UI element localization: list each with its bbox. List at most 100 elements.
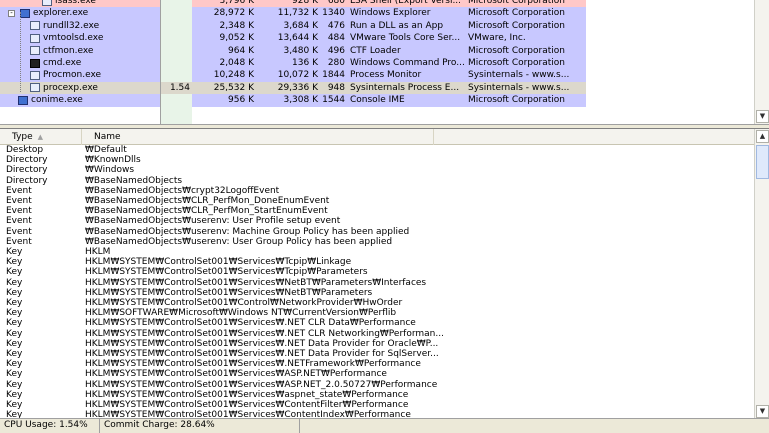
process-row[interactable]: - explorer.exe 28,972 K 11,732 K 1340 Windows… (0, 7, 752, 20)
scroll-down-icon[interactable]: ▼ (756, 405, 769, 418)
process-pid: 280 (327, 58, 345, 68)
process-description: Run a DLL as an App (350, 20, 444, 31)
handle-type: Key (6, 247, 23, 257)
handle-row[interactable]: Key HKLM₩SYSTEM₩ControlSet001₩Services₩.N… (0, 349, 752, 359)
handle-name: HKLM₩SYSTEM₩ControlSet001₩Services₩Conte… (85, 410, 411, 418)
handle-row[interactable]: Key HKLM₩SYSTEM₩ControlSet001₩Services₩AS… (0, 369, 752, 379)
handle-name: HKLM₩SYSTEM₩ControlSet001₩Services₩Tcpip… (85, 267, 368, 278)
collapse-icon[interactable]: - (8, 10, 15, 18)
handle-name: HKLM₩SYSTEM₩ControlSet001₩Services₩.NET … (85, 328, 444, 339)
handle-row[interactable]: Key HKLM₩SYSTEM₩ControlSet001₩Services₩AS… (0, 380, 752, 390)
procexp-icon (30, 83, 40, 93)
handle-row[interactable]: Key HKLM (0, 247, 752, 257)
process-pid: 476 (327, 20, 345, 31)
cpu-usage-status: CPU Usage: 1.54% (0, 419, 100, 433)
process-pid: 680 (327, 0, 345, 6)
process-company: Microsoft Corporation (468, 0, 565, 6)
process-working-set: 928 K (292, 0, 318, 6)
handle-type: Key (6, 389, 23, 400)
window-icon (42, 0, 52, 6)
process-row[interactable]: vmtoolsd.exe 9,052 K 13,644 K 484 VMware Too… (0, 32, 752, 45)
handle-name: ₩BaseNamedObjects₩crypt32LogoffEvent (85, 185, 280, 196)
handle-row[interactable]: Event ₩BaseNamedObjects₩crypt32LogoffEven… (0, 186, 752, 196)
handle-name: HKLM (85, 247, 111, 257)
process-name: cmd.exe (43, 58, 82, 68)
handle-type: Key (6, 328, 23, 339)
handles-pane[interactable]: Type ▲ Name Desktop ₩Default Directory ₩Know… (0, 128, 769, 418)
process-company: Microsoft Corporation (468, 20, 565, 31)
handle-name: HKLM₩SYSTEM₩ControlSet001₩Services₩NetBT… (85, 287, 373, 298)
process-working-set: 10,072 K (277, 70, 318, 81)
process-company: Sysinternals - www.s... (468, 70, 570, 81)
handle-row[interactable]: Key HKLM₩SYSTEM₩ControlSet001₩Services₩as… (0, 390, 752, 400)
process-working-set: 3,480 K (283, 45, 318, 56)
handle-row[interactable]: Key HKLM₩SYSTEM₩ControlSet001₩Services₩Co… (0, 400, 752, 410)
handle-row[interactable]: Key HKLM₩SYSTEM₩ControlSet001₩Services₩.N… (0, 339, 752, 349)
process-company: Microsoft Corporation (468, 58, 565, 68)
process-company: Microsoft Corporation (468, 95, 565, 106)
process-private-bytes: 2,348 K (219, 20, 254, 31)
handle-name: ₩BaseNamedObjects₩userenv: User Group Po… (85, 236, 393, 247)
process-row[interactable]: Procmon.exe 10,248 K 10,072 K 1844 Process M… (0, 69, 752, 82)
process-list-scrollbar[interactable]: ▼ (754, 0, 769, 124)
process-list-pane[interactable]: lsass.exe 3,796 K 928 K 680 LSA Shell (Expor… (0, 0, 769, 124)
process-row[interactable]: ctfmon.exe 964 K 3,480 K 496 CTF Loader Micro… (0, 44, 752, 57)
process-pid: 948 (327, 82, 345, 93)
process-name: Procmon.exe (43, 70, 102, 81)
process-row[interactable]: conime.exe 956 K 3,308 K 1544 Console IME Mic… (0, 94, 752, 107)
process-row[interactable]: rundll32.exe 2,348 K 3,684 K 476 Run a DLL a… (0, 19, 752, 33)
ctf-icon (30, 46, 40, 56)
handles-scrollbar[interactable]: ▲ ▼ (754, 129, 769, 418)
handle-row[interactable]: Key HKLM₩SYSTEM₩ControlSet001₩Services₩.N… (0, 318, 752, 328)
handle-row[interactable]: Key HKLM₩SYSTEM₩ControlSet001₩Services₩Co… (0, 410, 752, 418)
scroll-up-icon[interactable]: ▲ (756, 130, 769, 143)
handle-type: Event (6, 206, 32, 217)
process-name: ctfmon.exe (43, 45, 94, 56)
scroll-down-icon[interactable]: ▼ (756, 110, 769, 123)
handle-row[interactable]: Directory ₩Windows (0, 165, 752, 175)
column-header-type[interactable]: Type ▲ (0, 129, 82, 145)
handles-header: Type ▲ Name (0, 129, 754, 145)
handle-row[interactable]: Directory ₩KnownDlls (0, 155, 752, 165)
handle-row[interactable]: Key HKLM₩SYSTEM₩ControlSet001₩Services₩Ne… (0, 288, 752, 298)
process-row[interactable]: lsass.exe 3,796 K 928 K 680 LSA Shell (Expor… (0, 0, 752, 8)
handle-type: Key (6, 379, 23, 390)
handle-name: ₩Windows (85, 165, 135, 176)
handle-row[interactable]: Event ₩BaseNamedObjects₩CLR_PerfMon_Start… (0, 206, 752, 216)
process-private-bytes: 3,796 K (219, 0, 254, 6)
process-description: Console IME (350, 95, 405, 106)
handle-row[interactable]: Key HKLM₩SYSTEM₩ControlSet001₩Services₩.N… (0, 359, 752, 369)
process-private-bytes: 964 K (228, 45, 254, 56)
column-divider (160, 0, 161, 124)
handle-row[interactable]: Key HKLM₩SYSTEM₩ControlSet001₩Control₩Net… (0, 298, 752, 308)
process-row[interactable]: procexp.exe 1.54 25,532 K 29,336 K 948 Sysint… (0, 81, 752, 95)
handle-name: HKLM₩SYSTEM₩ControlSet001₩Services₩ASP.N… (85, 369, 387, 380)
handle-name: HKLM₩SYSTEM₩ControlSet001₩Services₩NetBT… (85, 277, 427, 288)
handle-row[interactable]: Key HKLM₩SOFTWARE₩Microsoft₩Windows NT₩Cu… (0, 308, 752, 318)
scroll-thumb[interactable] (756, 145, 769, 179)
process-cpu (160, 32, 192, 44)
handle-row[interactable]: Key HKLM₩SYSTEM₩ControlSet001₩Services₩Ne… (0, 278, 752, 288)
handle-row[interactable]: Key HKLM₩SYSTEM₩ControlSet001₩Services₩Tc… (0, 267, 752, 277)
process-company: Microsoft Corporation (468, 45, 565, 56)
handle-row[interactable]: Desktop ₩Default (0, 145, 752, 155)
handle-row[interactable]: Event ₩BaseNamedObjects₩userenv: User Pro… (0, 216, 752, 226)
process-private-bytes: 9,052 K (219, 33, 254, 44)
handle-type: Key (6, 369, 23, 380)
handle-row[interactable]: Event ₩BaseNamedObjects₩userenv: Machine … (0, 227, 752, 237)
handle-row[interactable]: Event ₩BaseNamedObjects₩CLR_PerfMon_DoneE… (0, 196, 752, 206)
handle-row[interactable]: Directory ₩BaseNamedObjects (0, 176, 752, 186)
process-pid: 484 (327, 33, 345, 44)
handle-row[interactable]: Event ₩BaseNamedObjects₩userenv: User Gro… (0, 237, 752, 247)
handle-type: Event (6, 196, 32, 206)
column-header-name[interactable]: Name (82, 129, 434, 145)
handle-row[interactable]: Key HKLM₩SYSTEM₩ControlSet001₩Services₩.N… (0, 329, 752, 339)
handle-type: Desktop (6, 145, 44, 155)
process-row[interactable]: cmd.exe 2,048 K 136 K 280 Windows Command Pr… (0, 57, 752, 70)
process-cpu (160, 57, 192, 69)
process-working-set: 11,732 K (277, 8, 318, 19)
handle-type: Directory (6, 175, 48, 186)
handle-row[interactable]: Key HKLM₩SYSTEM₩ControlSet001₩Services₩Tc… (0, 257, 752, 267)
process-name: vmtoolsd.exe (43, 33, 104, 44)
handle-type: Directory (6, 165, 48, 176)
